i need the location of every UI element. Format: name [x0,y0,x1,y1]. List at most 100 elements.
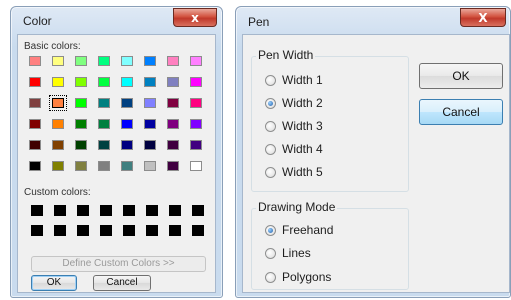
custom-color-swatch[interactable] [54,225,66,236]
color-dialog-titlebar[interactable]: Color x [11,7,222,35]
basic-color-swatch[interactable] [190,98,202,108]
freehand-label: Freehand [282,223,334,237]
freehand-option[interactable]: Freehand [265,221,333,239]
basic-color-swatch[interactable] [144,119,156,129]
custom-color-swatch[interactable] [123,225,135,236]
basic-color-swatch[interactable] [121,77,133,87]
pen-dialog-close-button[interactable]: X [460,8,506,27]
basic-color-swatch[interactable] [98,140,110,150]
custom-color-swatch[interactable] [123,205,135,216]
color-dialog-body: Basic colors: Custom colors: Define Cust… [17,34,216,293]
custom-color-swatch[interactable] [100,225,112,236]
width-1-radio[interactable] [265,74,276,86]
basic-color-swatch[interactable] [98,77,110,87]
basic-color-swatch[interactable] [52,140,64,150]
basic-color-swatch[interactable] [29,98,41,108]
basic-color-swatch[interactable] [167,161,179,171]
basic-color-swatch[interactable] [52,161,64,171]
basic-color-swatch[interactable] [52,119,64,129]
custom-color-swatch[interactable] [31,205,43,216]
custom-color-swatch[interactable] [54,205,66,216]
width-5-label: Width 5 [282,165,323,179]
basic-color-swatch[interactable] [167,140,179,150]
color-dialog-title: Color [23,14,52,28]
basic-color-swatch[interactable] [144,98,156,108]
width-1-option[interactable]: Width 1 [265,71,323,89]
pen-dialog-titlebar[interactable]: Pen X [236,7,510,35]
basic-color-swatch[interactable] [98,119,110,129]
basic-color-swatch[interactable] [75,119,87,129]
custom-color-swatch[interactable] [192,205,204,216]
custom-color-swatch[interactable] [100,205,112,216]
basic-color-swatch[interactable] [144,77,156,87]
basic-color-swatch[interactable] [190,140,202,150]
pen-width-group-label: Pen Width [256,48,316,62]
basic-color-swatch[interactable] [167,56,179,66]
custom-color-swatch[interactable] [169,205,181,216]
basic-color-swatch[interactable] [144,56,156,66]
color-dialog-close-button[interactable]: x [173,8,217,27]
custom-color-swatch[interactable] [31,225,43,236]
width-4-option[interactable]: Width 4 [265,140,323,158]
basic-color-swatch[interactable] [29,119,41,129]
custom-color-swatch[interactable] [146,205,158,216]
basic-color-swatch[interactable] [75,77,87,87]
basic-color-swatch[interactable] [29,161,41,171]
width-2-radio[interactable] [265,97,276,109]
width-5-option[interactable]: Width 5 [265,163,323,181]
basic-color-swatch[interactable] [121,140,133,150]
color-ok-button[interactable]: OK [31,275,77,291]
basic-color-swatch[interactable] [98,56,110,66]
basic-color-swatch[interactable] [121,56,133,66]
color-dialog: Color x Basic colors: Custom colors: Def… [10,6,223,298]
lines-radio[interactable] [265,247,276,259]
basic-color-swatch[interactable] [190,56,202,66]
polygons-option[interactable]: Polygons [265,268,331,286]
custom-color-swatch[interactable] [77,205,89,216]
basic-color-swatch[interactable] [121,98,133,108]
basic-color-swatch[interactable] [121,161,133,171]
basic-color-swatch[interactable] [190,161,202,171]
basic-color-swatch[interactable] [75,161,87,171]
basic-color-swatch[interactable] [29,140,41,150]
basic-color-swatch[interactable] [190,119,202,129]
basic-color-swatch[interactable] [190,77,202,87]
basic-color-swatch[interactable] [167,98,179,108]
color-cancel-button[interactable]: Cancel [93,275,151,291]
basic-color-swatch[interactable] [167,119,179,129]
custom-color-swatch[interactable] [192,225,204,236]
basic-color-swatch[interactable] [98,161,110,171]
width-2-option[interactable]: Width 2 [265,94,323,112]
width-1-label: Width 1 [282,73,323,87]
width-3-radio[interactable] [265,120,276,132]
width-5-radio[interactable] [265,166,276,178]
pen-dialog-body: Pen Width Width 1 Width 2 Width 3 Width … [242,34,510,293]
freehand-radio[interactable] [265,224,276,236]
define-custom-colors-button[interactable]: Define Custom Colors >> [31,256,206,272]
polygons-label: Polygons [282,270,332,284]
basic-color-swatch[interactable] [52,56,64,66]
basic-color-swatch[interactable] [29,77,41,87]
pen-ok-button[interactable]: OK [419,63,503,89]
basic-color-swatch[interactable] [121,119,133,129]
custom-color-swatch[interactable] [77,225,89,236]
basic-color-swatch[interactable] [75,140,87,150]
basic-color-swatch[interactable] [144,140,156,150]
basic-color-swatch[interactable] [29,56,41,66]
custom-color-swatch[interactable] [169,225,181,236]
basic-color-swatch[interactable] [75,98,87,108]
custom-color-swatch[interactable] [146,225,158,236]
polygons-radio[interactable] [265,271,276,283]
pen-cancel-button[interactable]: Cancel [419,99,503,125]
basic-color-swatch[interactable] [144,161,156,171]
width-4-radio[interactable] [265,143,276,155]
width-3-label: Width 3 [282,119,323,133]
width-3-option[interactable]: Width 3 [265,117,323,135]
basic-color-swatch[interactable] [49,95,67,111]
lines-option[interactable]: Lines [265,244,311,262]
basic-color-swatch[interactable] [75,56,87,66]
basic-color-swatch[interactable] [52,77,64,87]
custom-colors-label: Custom colors: [24,187,91,198]
basic-color-swatch[interactable] [167,77,179,87]
basic-color-swatch[interactable] [98,98,110,108]
